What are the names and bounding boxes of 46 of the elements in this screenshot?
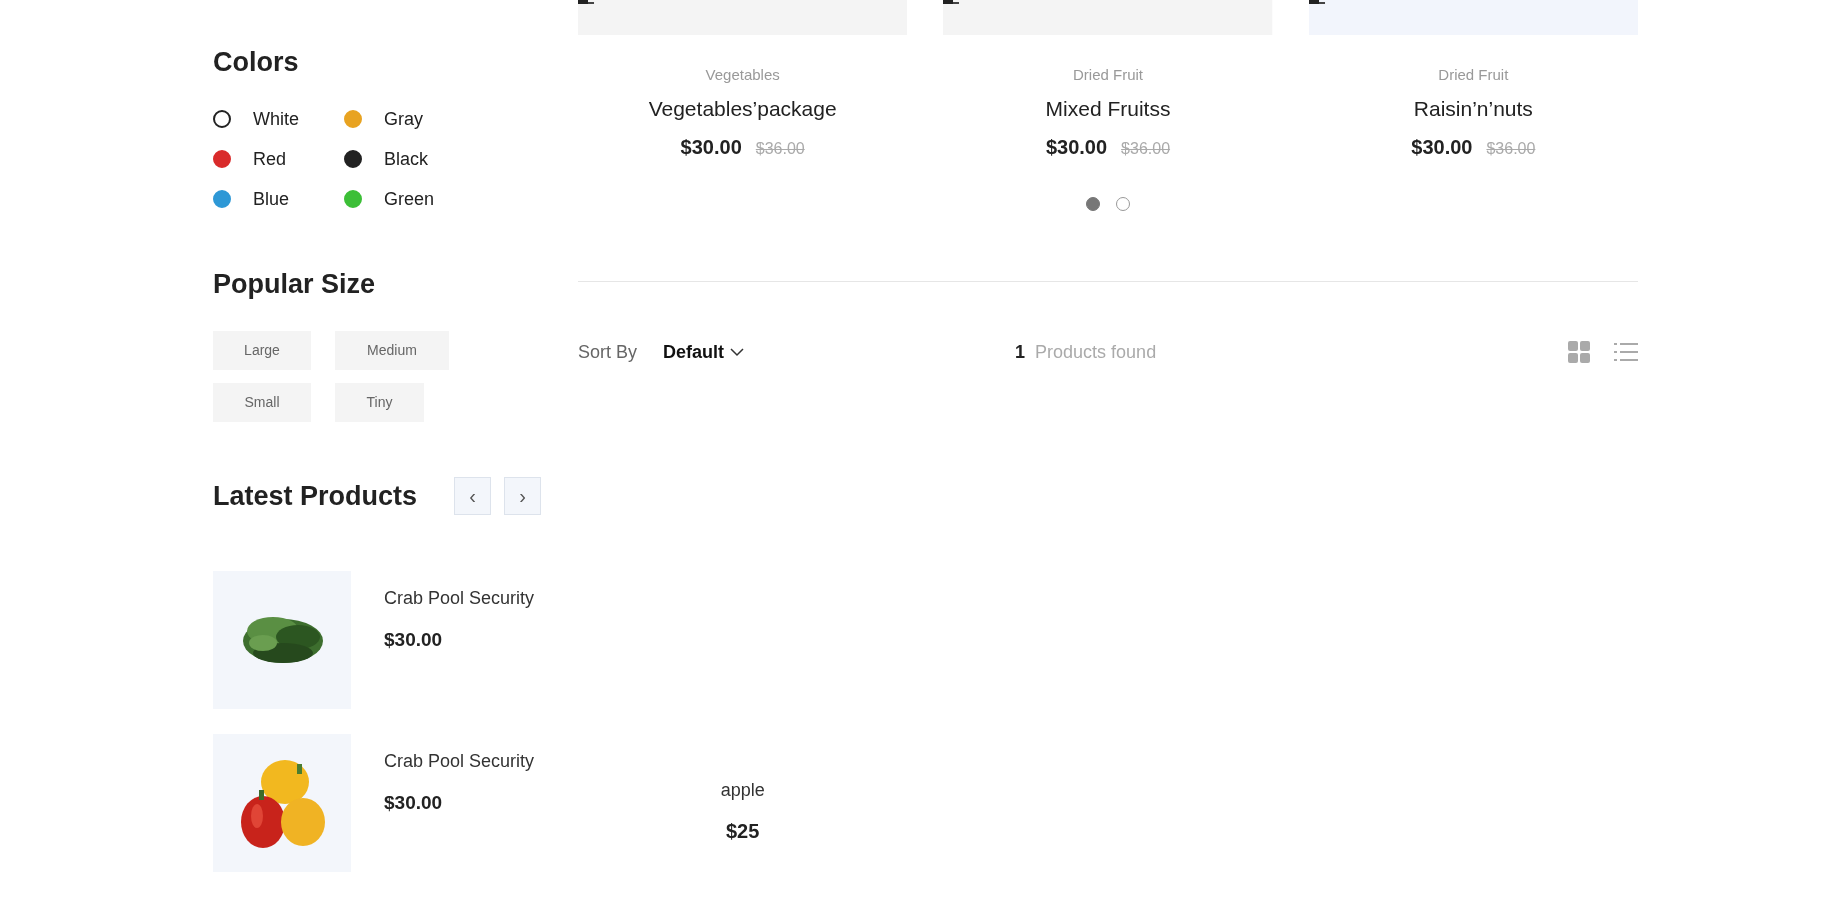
size-button[interactable]: Tiny	[335, 383, 424, 422]
previous-button[interactable]: ‹	[454, 477, 491, 515]
color-label[interactable]: Blue	[253, 185, 290, 213]
color-swatch[interactable]	[213, 110, 231, 128]
color-label[interactable]: Red	[253, 145, 287, 173]
product-price: $30.00	[1411, 135, 1473, 160]
product-name[interactable]: Crab Pool Security	[384, 585, 535, 612]
product-name[interactable]: Raisin’n’nuts	[1413, 92, 1533, 124]
color-label[interactable]: White	[253, 105, 299, 133]
product-category: Vegetables	[705, 65, 780, 85]
product-category: Dried Fruit	[1438, 65, 1509, 85]
color-label[interactable]: Gray	[384, 105, 423, 133]
product-count: 1	[1015, 340, 1026, 364]
chevron-down-icon	[730, 347, 745, 357]
color-swatch[interactable]	[344, 150, 362, 168]
product-category: Dried Fruit	[1073, 65, 1143, 85]
old-price: $36.00	[1121, 139, 1171, 159]
product-price: $30.00	[384, 628, 444, 652]
color-swatch[interactable]	[213, 190, 231, 208]
old-price: $36.00	[1486, 139, 1536, 159]
product-price: $30.00	[680, 135, 742, 160]
product-name[interactable]: apple	[720, 777, 765, 804]
size-button[interactable]: Large	[213, 331, 311, 370]
sort-dropdown[interactable]: Default	[663, 338, 745, 366]
section-title: Colors	[213, 46, 300, 78]
product-price: $30.00	[1045, 135, 1108, 160]
product-price: $25	[725, 819, 760, 844]
product-price: $30.00	[384, 791, 444, 815]
product-name[interactable]: Mixed Fruitss	[1045, 92, 1171, 124]
size-button[interactable]: Small	[213, 383, 311, 422]
product-name[interactable]: Crab Pool Security	[384, 748, 535, 775]
color-label[interactable]: Green	[384, 185, 435, 213]
grid-view-icon[interactable]	[1568, 341, 1590, 363]
next-button[interactable]: ›	[504, 477, 541, 515]
size-button[interactable]: Medium	[335, 331, 449, 370]
list-view-icon[interactable]	[1614, 342, 1638, 362]
color-swatch[interactable]	[213, 150, 231, 168]
count-label: Products found	[1035, 340, 1157, 364]
color-swatch[interactable]	[344, 190, 362, 208]
old-price: $36.00	[755, 139, 805, 159]
color-label[interactable]: Black	[384, 145, 428, 173]
section-title: Popular Size	[213, 268, 377, 300]
color-swatch[interactable]	[344, 110, 362, 128]
product-name[interactable]: Vegetables’package	[648, 92, 837, 124]
section-title: Latest Products	[213, 480, 419, 512]
sort-label: Sort By	[578, 340, 638, 364]
